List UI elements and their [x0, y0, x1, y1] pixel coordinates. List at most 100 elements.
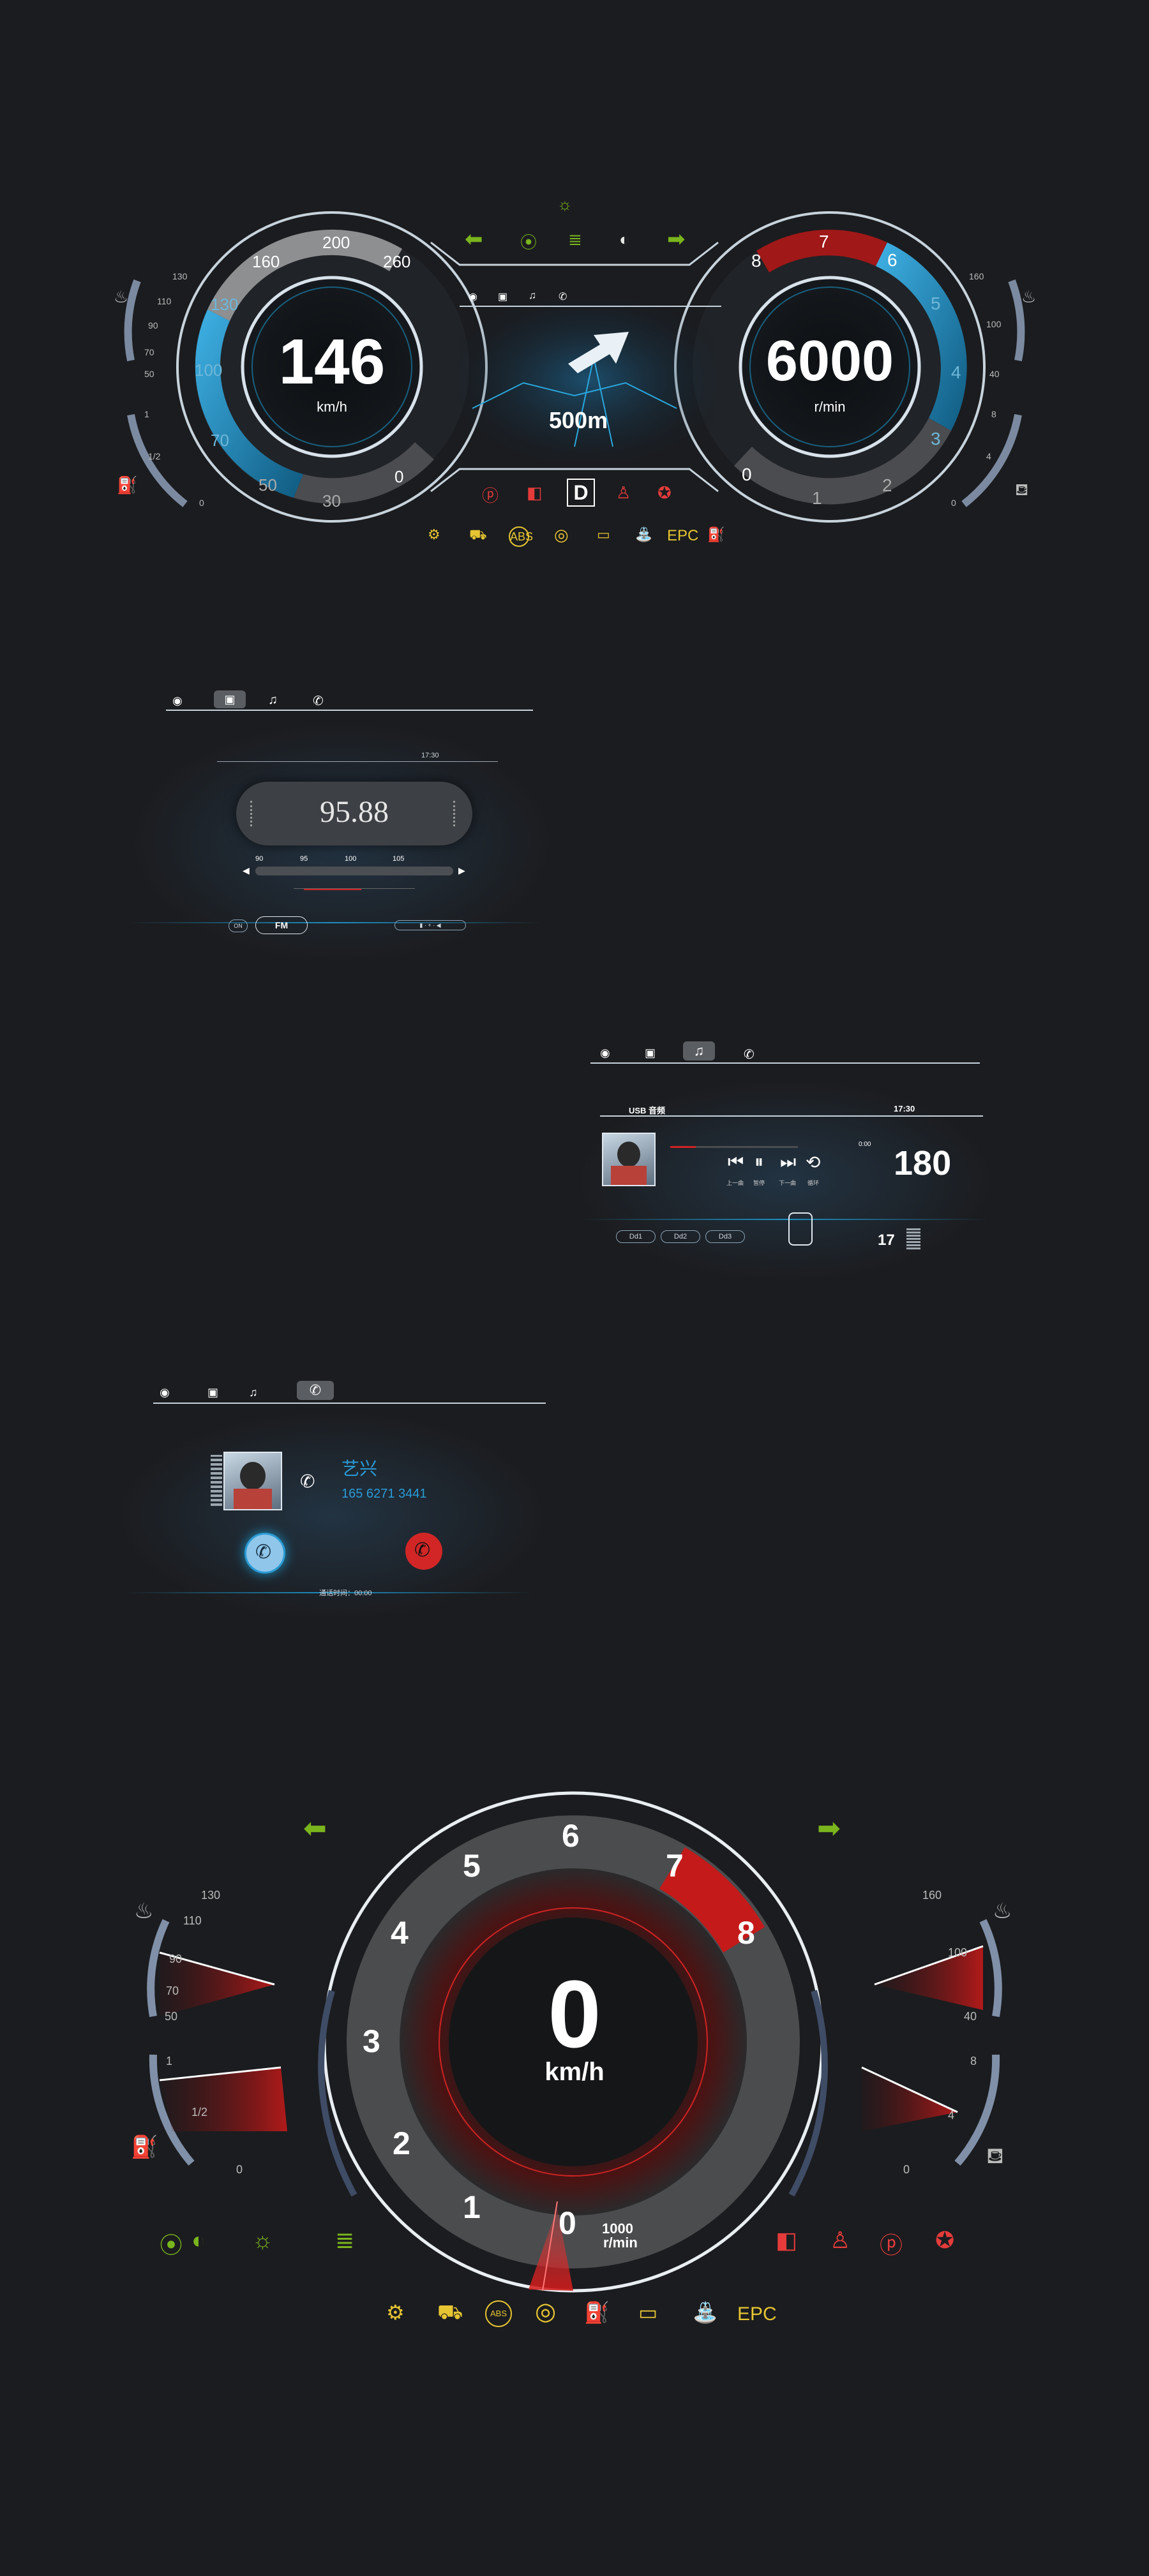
- nav-tab-icon[interactable]: ◉: [160, 1386, 170, 1399]
- tune-down-handle[interactable]: [250, 801, 257, 826]
- next-track-icon[interactable]: ⏭: [780, 1152, 796, 1173]
- preset-button[interactable]: Dd2: [661, 1230, 700, 1243]
- repeat-icon[interactable]: ⟲: [806, 1152, 820, 1173]
- phone-tab-icon[interactable]: ✆: [559, 290, 567, 303]
- next-label: 下一曲: [779, 1180, 797, 1186]
- oil-temp-icon: ♨: [993, 1899, 1012, 1923]
- oil-temp-tick-100: 100: [986, 319, 1002, 329]
- temp-tick-130: 130: [201, 1889, 221, 1902]
- oil-press-tick-0: 0: [903, 2163, 910, 2176]
- radio-tab-icon[interactable]: ▣: [498, 290, 507, 303]
- temp-tick-110: 110: [183, 1914, 202, 1927]
- speed-tick-70: 70: [211, 431, 229, 450]
- radio-tab-icon[interactable]: ▣: [207, 1386, 218, 1399]
- oil-temp-tick-40: 40: [964, 2010, 977, 2023]
- speed-value: 146: [278, 326, 386, 398]
- turn-right-icon: ➡: [817, 1813, 841, 1844]
- rpm-tick-1: 1: [812, 488, 822, 508]
- speed-tick-100: 100: [195, 361, 223, 380]
- temp-tick-90: 90: [148, 320, 158, 331]
- nav-distance: 500m: [549, 407, 608, 433]
- stability-icon: ⛟: [437, 2300, 463, 2323]
- parking-brake-icon: ⓟ: [482, 486, 499, 505]
- big-speed-value: 0: [548, 1960, 601, 2067]
- contact-name: 艺兴: [342, 1459, 378, 1478]
- nav-tab-icon[interactable]: ◉: [600, 1046, 610, 1060]
- rpm-unit-label: r/min: [603, 2235, 638, 2251]
- abs-icon: ABS: [485, 2300, 512, 2327]
- cluster-1-tab-strip: ◉ ▣ ♫ ✆: [460, 289, 721, 307]
- oil-press-tick-8: 8: [970, 2055, 977, 2067]
- volume-level: 17: [878, 1232, 895, 1249]
- oil-press-tick-0: 0: [951, 498, 956, 508]
- engine-check-icon: ⚙: [428, 526, 440, 542]
- device-icon[interactable]: [788, 1212, 813, 1246]
- volume-bars-icon[interactable]: [906, 1227, 920, 1249]
- preset-button[interactable]: Dd3: [705, 1230, 745, 1243]
- music-tab-active-icon[interactable]: ♫: [683, 1041, 715, 1061]
- coolant-temp-icon: ♨: [134, 1899, 154, 1923]
- fuel-tick-half: 1/2: [148, 451, 161, 461]
- seek-right-icon[interactable]: ▶: [458, 865, 465, 876]
- radio-volume-control[interactable]: ▮ · + · ◀: [394, 920, 466, 930]
- fog-light-icon: ⦿: [520, 233, 537, 252]
- temp-tick-50: 50: [165, 2010, 178, 2023]
- answer-call-button[interactable]: ✆: [244, 1533, 285, 1574]
- phone-call-icon: ✆: [300, 1471, 315, 1491]
- fuel-pump-icon: ⛽: [131, 2135, 158, 2159]
- oil-temp-tick-160: 160: [969, 271, 984, 281]
- album-art-shirt: [611, 1166, 647, 1185]
- frequency-slider[interactable]: [255, 867, 453, 875]
- seek-left-icon[interactable]: ◀: [243, 865, 250, 876]
- scale-label: 95: [300, 855, 308, 863]
- repeat-label: 循环: [807, 1180, 820, 1186]
- usb-source-label: USB 音频: [629, 1106, 666, 1115]
- rpm-tick-7: 7: [819, 232, 829, 251]
- radio-tab-icon[interactable]: ▣: [645, 1046, 656, 1060]
- usb-speed: 180: [894, 1144, 952, 1182]
- music-tab-icon[interactable]: ♫: [529, 290, 536, 302]
- speed-tick-50: 50: [259, 475, 277, 495]
- phone-tab-active-icon[interactable]: ✆: [297, 1381, 334, 1400]
- music-tab-icon[interactable]: ♫: [268, 693, 278, 708]
- rpm-tick-8: 8: [737, 1915, 755, 1951]
- frequency-value: 95.88: [320, 795, 389, 829]
- previous-track-icon[interactable]: ⏮: [728, 1152, 744, 1173]
- radio-power-button[interactable]: ON: [229, 919, 248, 932]
- phone-tab-icon[interactable]: ✆: [744, 1046, 755, 1062]
- turn-left-icon: ⬅: [465, 227, 483, 251]
- end-call-button[interactable]: ✆: [405, 1533, 442, 1570]
- tune-up-handle[interactable]: [453, 801, 460, 826]
- pause-label: 暂停: [753, 1180, 765, 1186]
- rpm-tick-0: 0: [559, 2205, 576, 2241]
- band-button[interactable]: FM: [255, 916, 308, 934]
- brake-warning-icon: ◎: [535, 2298, 557, 2325]
- pause-icon[interactable]: ⏸: [755, 1152, 763, 1173]
- oil-press-tick-4: 4: [948, 2109, 955, 2122]
- oil-temp-tick-100: 100: [948, 1946, 968, 1959]
- cluster-2: 0 1 2 3 4 5 6 7 8 0 km/h 1000 r/min 130 …: [0, 1723, 1149, 2572]
- preset-button[interactable]: Dd1: [616, 1230, 656, 1243]
- speed-tick-260: 260: [383, 252, 411, 271]
- rpm-tick-5: 5: [463, 1848, 481, 1884]
- fuel-tick-empty: 0: [236, 2163, 243, 2176]
- cluster-1: 146 km/h 6000 r/min 0 30 50 70 100 130 1…: [0, 0, 1149, 574]
- nav-tab-icon[interactable]: ◉: [469, 290, 477, 303]
- parking-light-icon: ☼: [557, 195, 573, 214]
- radio-tab-active-icon[interactable]: ▣: [214, 690, 246, 708]
- phone-tab-icon[interactable]: ✆: [313, 693, 324, 709]
- speed-unit: km/h: [317, 399, 347, 415]
- fuel-tick-empty: 0: [199, 498, 204, 508]
- epc-label: EPC: [667, 527, 699, 544]
- speed-tick-200: 200: [322, 233, 350, 252]
- brake-warning-icon: ◎: [554, 525, 569, 544]
- fuel-tick-full: 1: [144, 409, 149, 419]
- rear-fog-icon: ◐: [192, 2227, 206, 2253]
- nav-tab-icon[interactable]: ◉: [172, 694, 183, 708]
- gear-indicator: D: [567, 479, 595, 507]
- music-tab-icon[interactable]: ♫: [249, 1386, 258, 1399]
- rpm-tick-0: 0: [742, 465, 752, 484]
- scale-label: 100: [345, 855, 357, 863]
- call-timer: 通话时间：00:00: [319, 1590, 372, 1597]
- oil-temp-tick-40: 40: [989, 369, 1000, 379]
